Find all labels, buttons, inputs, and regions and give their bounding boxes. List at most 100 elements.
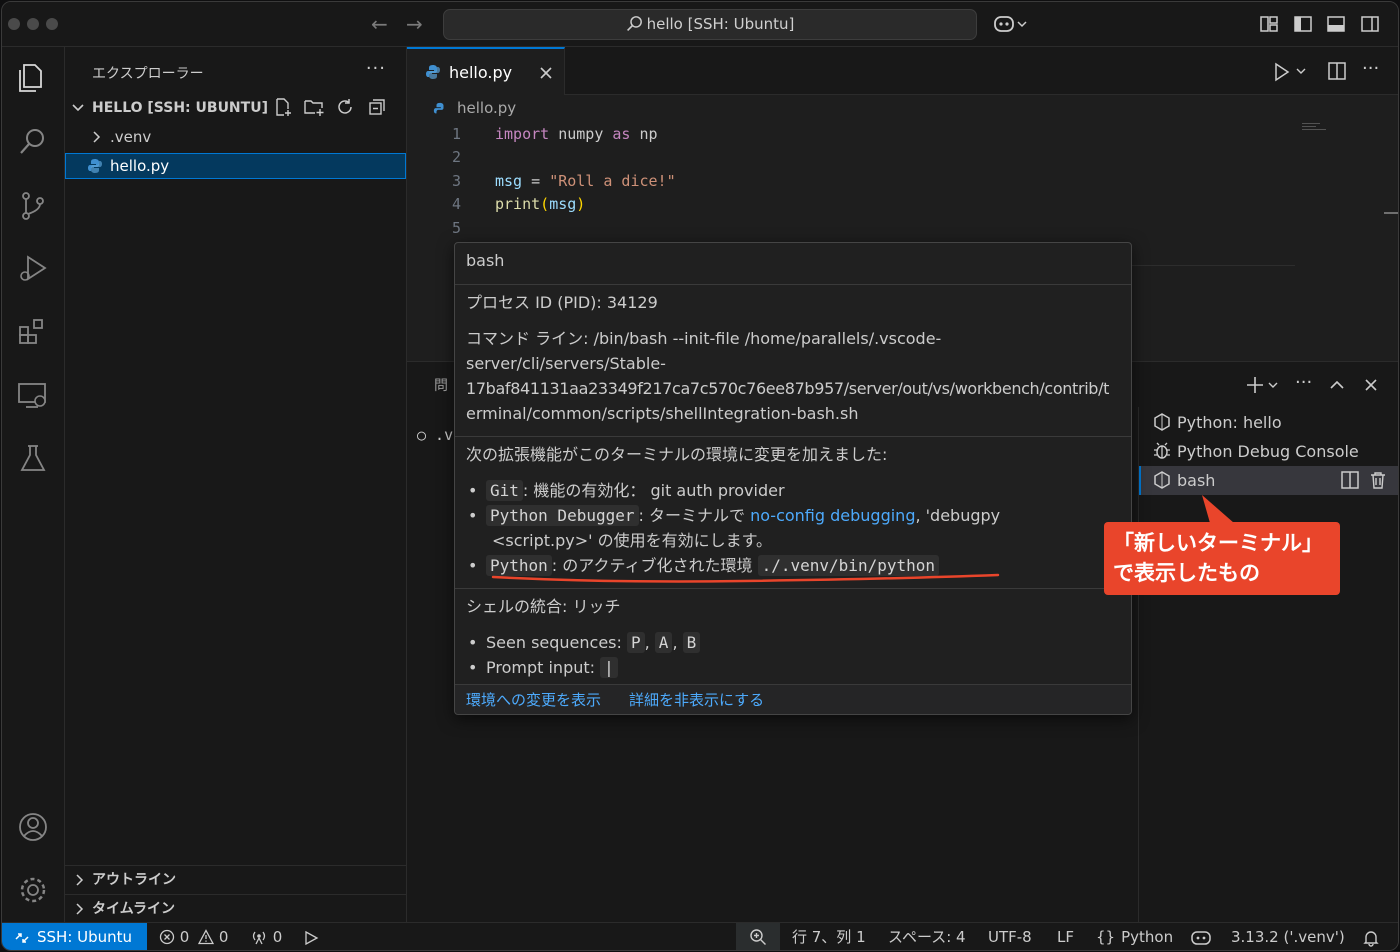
timeline-section-header[interactable]: タイムライン [65, 894, 406, 922]
code-line-1[interactable]: 1 import numpy as np [407, 123, 1398, 146]
vscode-window: ← → hello [SSH: Ubuntu] エクスプローラー ··· HEL… [1, 1, 1399, 951]
collapse-all-icon[interactable] [367, 97, 387, 117]
python-interpreter[interactable]: 3.13.2 ('.venv') [1231, 923, 1345, 950]
remote-explorer-icon[interactable] [16, 379, 50, 413]
zoom-in-icon [750, 929, 766, 945]
new-terminal-icon[interactable] [1245, 375, 1285, 395]
remote-label: SSH: Ubuntu [37, 928, 133, 946]
code-line-3[interactable]: 3 msg = "Roll a dice!" [407, 170, 1398, 193]
terminal-tab-python-hello[interactable]: Python: hello [1139, 408, 1398, 437]
terminal-tabs-list: Python: hello Python Debug Console bash [1138, 407, 1398, 924]
split-terminal-icon[interactable] [1341, 471, 1359, 489]
back-arrow-icon[interactable]: ← [371, 12, 388, 36]
hover-cmd-line-1: コマンド ライン: /bin/bash --init-file /home/pa… [466, 329, 942, 348]
debug-launch-icon[interactable] [302, 930, 320, 946]
red-underline-annotation [491, 573, 1000, 583]
code-line-2[interactable]: 2 [407, 146, 1398, 169]
toggle-primary-sidebar-icon[interactable] [1292, 13, 1314, 35]
copilot-icon[interactable] [993, 13, 1029, 35]
toggle-secondary-sidebar-icon[interactable] [1359, 13, 1381, 35]
code-line-5[interactable]: 5 [407, 217, 1398, 240]
language-mode[interactable]: {} Python [1096, 923, 1174, 950]
debug-bug-icon [1154, 442, 1170, 459]
forward-arrow-icon[interactable]: → [406, 12, 423, 36]
workspace-name: HELLO [SSH: UBUNTU] [92, 100, 268, 116]
panel-more-icon[interactable]: ··· [1295, 372, 1312, 393]
chevron-right-icon [76, 903, 84, 915]
terminal-tab-label: Python Debug Console [1177, 442, 1359, 461]
close-icon[interactable] [539, 66, 553, 80]
command-center-search[interactable]: hello [SSH: Ubuntu] [443, 9, 977, 40]
new-file-icon[interactable] [273, 97, 293, 117]
search-icon[interactable] [16, 125, 50, 159]
outline-section-header[interactable]: アウトライン [65, 865, 406, 893]
sequence-code: B [682, 632, 701, 653]
remote-indicator[interactable]: SSH: Ubuntu [2, 923, 147, 950]
operator: = [522, 172, 550, 190]
code-line-4[interactable]: 4 print(msg) [407, 193, 1398, 216]
accounts-icon[interactable] [16, 810, 50, 844]
hover-title: bash [466, 251, 505, 270]
toggle-panel-icon[interactable] [1325, 13, 1347, 35]
breadcrumb[interactable]: hello.py [433, 99, 516, 117]
chevron-right-icon [76, 874, 84, 886]
callout-line-2: で表示したもの [1113, 561, 1260, 585]
file-encoding[interactable]: UTF-8 [988, 923, 1032, 950]
split-editor-icon[interactable] [1327, 61, 1347, 81]
more-actions-icon[interactable]: ··· [1362, 58, 1379, 79]
tab-hello-py[interactable]: hello.py [407, 47, 565, 95]
terminal-tab-label: Python: hello [1177, 413, 1282, 432]
refresh-icon[interactable] [335, 97, 355, 117]
hover-pid: プロセス ID (PID): 34129 [466, 293, 658, 312]
tree-item-hello-py[interactable]: hello.py [65, 153, 406, 179]
customize-layout-icon[interactable] [1258, 13, 1280, 35]
new-folder-icon[interactable] [303, 97, 325, 117]
no-config-debugging-link[interactable]: no-config debugging [750, 506, 915, 525]
seen-sequences-item: Seen sequences: P, A, B [466, 630, 1121, 655]
ports-indicator[interactable]: 0 [250, 923, 282, 950]
problems-indicator[interactable]: 0 0 [159, 923, 228, 950]
tree-item-venv[interactable]: .venv [65, 124, 406, 150]
broadcast-icon [252, 931, 266, 945]
zoom-indicator[interactable] [736, 923, 780, 950]
settings-gear-icon[interactable] [16, 873, 50, 907]
ext-debugger-code: Python Debugger [486, 505, 639, 526]
terminal-tab-label: bash [1177, 471, 1216, 490]
trash-icon[interactable] [1369, 471, 1387, 489]
python-file-icon [433, 102, 444, 114]
maximize-panel-icon[interactable] [1329, 377, 1345, 393]
panel-tab-problems[interactable]: 問 [434, 375, 448, 395]
terminal-tab-bash[interactable]: bash [1139, 466, 1398, 495]
minimize-window-button[interactable] [27, 18, 39, 30]
close-window-button[interactable] [8, 18, 20, 30]
hide-details-link[interactable]: 詳細を非表示にする [629, 685, 764, 715]
run-and-debug-icon[interactable] [16, 252, 50, 286]
error-count: 0 [179, 928, 190, 946]
zoom-window-button[interactable] [46, 18, 58, 30]
hover-divider [455, 588, 1131, 589]
workspace-section-header[interactable]: HELLO [SSH: UBUNTU] [65, 95, 406, 121]
testing-icon[interactable] [16, 442, 50, 476]
ext-debugger-line2: <script.py>' の使用を有効にします。 [492, 531, 772, 550]
indentation[interactable]: スペース: 4 [888, 923, 966, 950]
hover-cmd-line-4: erminal/common/scripts/shellIntegration-… [466, 404, 859, 423]
run-python-file-icon[interactable] [1273, 62, 1309, 82]
prompt-input-item: Prompt input: | [466, 655, 1121, 680]
scrollbar-thumb[interactable] [1384, 212, 1398, 214]
source-control-icon[interactable] [16, 189, 50, 223]
language-label: Python [1121, 928, 1174, 946]
explorer-icon[interactable] [16, 61, 50, 95]
close-panel-icon[interactable] [1364, 378, 1378, 392]
end-of-line[interactable]: LF [1057, 923, 1074, 950]
cursor-position[interactable]: 行 7、列 1 [792, 923, 866, 950]
hover-divider [455, 284, 1131, 285]
terminal-tab-debug-console[interactable]: Python Debug Console [1139, 437, 1398, 466]
paren: ( [540, 195, 550, 213]
copilot-status-icon[interactable] [1190, 929, 1212, 947]
notifications-bell-icon[interactable] [1362, 929, 1380, 947]
show-env-changes-link[interactable]: 環境への変更を表示 [466, 685, 601, 715]
hover-cmd-line-3: 17baf841131aa23349f217ca7c570c76ee87b957… [466, 379, 1110, 398]
more-actions-button[interactable]: ··· [366, 58, 386, 79]
line-number: 2 [451, 148, 461, 166]
extensions-icon[interactable] [16, 315, 50, 349]
